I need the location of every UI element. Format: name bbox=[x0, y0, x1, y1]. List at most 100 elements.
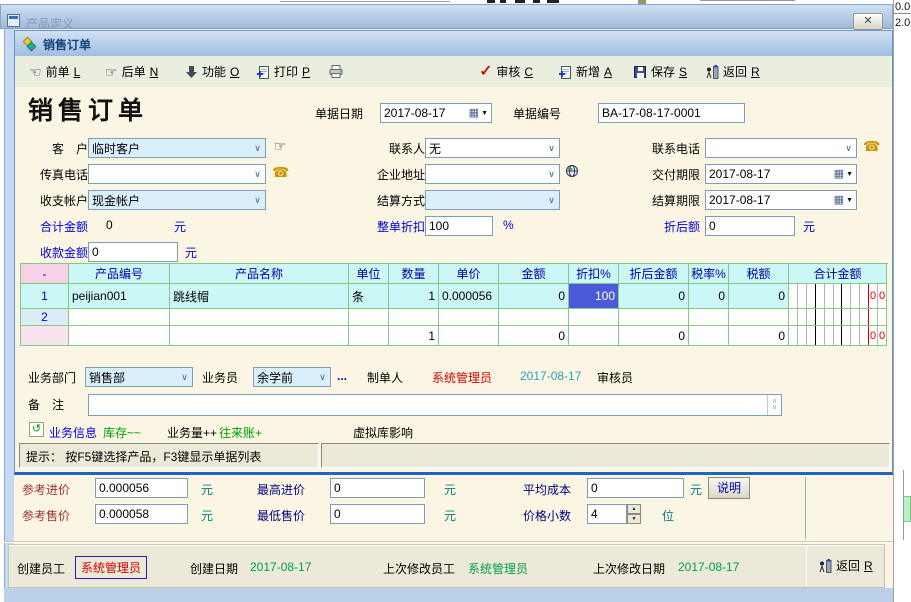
avg-cost-input[interactable] bbox=[587, 478, 684, 498]
spinner-down-icon[interactable]: ∨ bbox=[772, 405, 777, 411]
dropdown-arrow-icon[interactable]: ∨ bbox=[250, 195, 265, 206]
settle-method-combo[interactable]: ∨ bbox=[425, 190, 560, 210]
remark-field[interactable]: ∧∨ bbox=[88, 394, 782, 416]
footer-back-button[interactable]: 返回R bbox=[818, 557, 873, 574]
remark-spinner[interactable]: ∧∨ bbox=[767, 395, 781, 415]
printer-button[interactable] bbox=[328, 56, 344, 87]
left-strip[interactable] bbox=[4, 29, 14, 588]
new-doc-icon bbox=[558, 65, 572, 79]
row2-name[interactable] bbox=[170, 309, 349, 326]
row2-amount[interactable] bbox=[499, 309, 569, 326]
row2-taxrate[interactable] bbox=[689, 309, 729, 326]
contact-combo[interactable]: 无 ∨ bbox=[425, 138, 560, 158]
max-buy-input[interactable] bbox=[330, 478, 425, 498]
min-sell-label: 最低售价 bbox=[257, 507, 305, 523]
grid-header-tax: 税额 bbox=[729, 264, 789, 284]
row2-discount[interactable] bbox=[569, 309, 619, 326]
dropdown-arrow-icon[interactable]: ∨ bbox=[250, 143, 265, 154]
contact-phone-icon[interactable]: ☎ bbox=[863, 138, 879, 154]
customer-lookup-icon[interactable]: ☞ bbox=[272, 138, 288, 154]
salesman-combo[interactable]: 余学前 ∨ bbox=[253, 367, 331, 387]
address-combo[interactable]: ∨ bbox=[425, 164, 560, 184]
row2-tax[interactable] bbox=[729, 309, 789, 326]
row1-total-ledger[interactable]: 00 bbox=[789, 284, 887, 309]
row2-num[interactable]: 2 bbox=[21, 309, 69, 326]
dropdown-arrow-icon[interactable]: ∨ bbox=[544, 195, 559, 206]
row2-qty[interactable] bbox=[389, 309, 439, 326]
account-combo[interactable]: 现金帐户 ∨ bbox=[88, 190, 266, 210]
fax-phone-icon[interactable]: ☎ bbox=[272, 164, 288, 180]
row1-discount-selected-cell[interactable]: 100 bbox=[569, 284, 619, 309]
contact-phone-combo[interactable]: ∨ bbox=[705, 138, 857, 158]
grid-header-amount: 金额 bbox=[499, 264, 569, 284]
received-input[interactable] bbox=[88, 242, 178, 262]
calendar-dropdown-icon[interactable]: ▦▼ bbox=[834, 169, 856, 180]
delivery-date-field[interactable]: 2017-08-17 ▦▼ bbox=[705, 164, 857, 184]
row1-num[interactable]: 1 bbox=[21, 284, 69, 309]
row1-unit[interactable]: 条 bbox=[349, 284, 389, 309]
inner-window-title: 销售订单 bbox=[43, 36, 91, 53]
dept-combo[interactable]: 销售部 ∨ bbox=[85, 367, 193, 387]
row1-net[interactable]: 0 bbox=[619, 284, 689, 309]
business-info-icon[interactable]: ↺ bbox=[29, 422, 44, 437]
add-button[interactable]: 新增A bbox=[558, 56, 612, 87]
spin-down-icon[interactable]: ▼ bbox=[627, 514, 641, 524]
customer-combo[interactable]: 临时客户 ∨ bbox=[88, 138, 266, 158]
row1-tax[interactable]: 0 bbox=[729, 284, 789, 309]
business-info-link[interactable]: 业务信息 bbox=[49, 424, 97, 440]
save-button[interactable]: 保存S bbox=[633, 56, 687, 87]
dropdown-arrow-icon[interactable]: ∨ bbox=[250, 169, 265, 180]
dropdown-arrow-icon[interactable]: ∨ bbox=[315, 372, 330, 383]
dropdown-arrow-icon[interactable]: ∨ bbox=[841, 143, 856, 154]
row1-price[interactable]: 0.000056 bbox=[439, 284, 499, 309]
more-link[interactable]: ... bbox=[337, 369, 347, 385]
function-button[interactable]: 功能O bbox=[185, 56, 239, 87]
globe-icon[interactable] bbox=[564, 164, 580, 180]
total-amount-unit: 元 bbox=[174, 218, 186, 234]
row2-total-ledger[interactable] bbox=[789, 309, 887, 326]
remark-input[interactable] bbox=[89, 395, 767, 415]
row1-amount[interactable]: 0 bbox=[499, 284, 569, 309]
discounted-unit: 元 bbox=[803, 218, 815, 234]
received-label: 收款金额 bbox=[25, 244, 88, 260]
explain-button[interactable]: 说明 bbox=[708, 477, 750, 499]
price-dec-spinner[interactable]: ▲▼ bbox=[627, 504, 641, 524]
row1-taxrate[interactable]: 0 bbox=[689, 284, 729, 309]
row1-name[interactable]: 跳线帽 bbox=[170, 284, 349, 309]
calendar-dropdown-icon[interactable]: ▦▼ bbox=[834, 195, 856, 206]
exit-icon bbox=[705, 65, 719, 79]
min-sell-input[interactable] bbox=[330, 504, 425, 524]
ref-buy-input[interactable] bbox=[95, 478, 188, 498]
next-button[interactable]: ☞ 后单N bbox=[105, 56, 158, 87]
prev-button[interactable]: ☜ 前单L bbox=[29, 56, 80, 87]
dropdown-arrow-icon[interactable]: ∨ bbox=[544, 169, 559, 180]
close-button[interactable]: ✕ bbox=[853, 13, 883, 30]
row1-qty[interactable]: 1 bbox=[389, 284, 439, 309]
statusbar-hint: 提示： 按F5键选择产品，F3键显示单据列表 bbox=[26, 450, 261, 464]
total-discount bbox=[569, 326, 619, 346]
discounted-input[interactable] bbox=[705, 216, 795, 236]
order-discount-input[interactable] bbox=[425, 216, 493, 236]
doc-no-field[interactable]: BA-17-08-17-0001 bbox=[598, 103, 745, 123]
doc-date-field[interactable]: 2017-08-17 ▦▼ bbox=[380, 103, 492, 123]
row2-unit[interactable] bbox=[349, 309, 389, 326]
dropdown-arrow-icon[interactable]: ∨ bbox=[544, 143, 559, 154]
settle-due-date-field[interactable]: 2017-08-17 ▦▼ bbox=[705, 190, 857, 210]
arap-link[interactable]: 往来账+ bbox=[219, 424, 262, 440]
row2-code[interactable] bbox=[69, 309, 170, 326]
fax-combo[interactable]: ∨ bbox=[88, 164, 266, 184]
spin-up-icon[interactable]: ▲ bbox=[627, 504, 641, 514]
audit-button[interactable]: ✓ 审核C bbox=[479, 56, 533, 87]
ref-sell-input[interactable] bbox=[95, 504, 188, 524]
volume-link[interactable]: 业务量++ bbox=[167, 424, 217, 440]
row2-price[interactable] bbox=[439, 309, 499, 326]
row1-code[interactable]: peijian001 bbox=[69, 284, 170, 309]
row2-net[interactable] bbox=[619, 309, 689, 326]
stock-link[interactable]: 库存~~ bbox=[103, 424, 141, 440]
print-button[interactable]: 打印P bbox=[256, 56, 310, 87]
dropdown-arrow-icon[interactable]: ∨ bbox=[177, 372, 192, 383]
return-button[interactable]: 返回R bbox=[705, 56, 760, 87]
calendar-dropdown-icon[interactable]: ▦▼ bbox=[469, 108, 491, 119]
price-dec-input[interactable] bbox=[587, 504, 627, 524]
bg-mark-2 bbox=[500, 0, 506, 3]
